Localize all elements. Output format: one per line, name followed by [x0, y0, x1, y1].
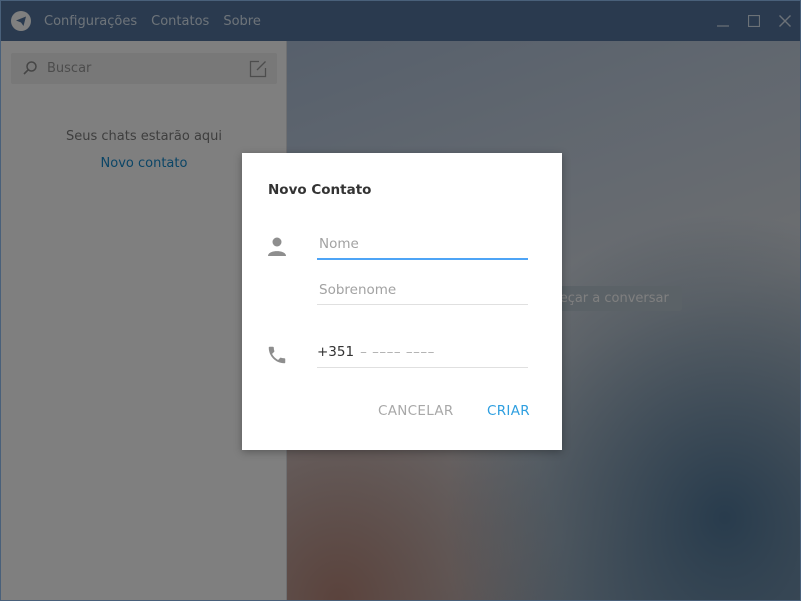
- create-button[interactable]: CRIAR: [487, 403, 530, 419]
- person-icon: [268, 237, 286, 256]
- dialog-title: Novo Contato: [268, 182, 372, 198]
- phone-icon: [268, 346, 286, 364]
- app-window: Configurações Contatos Sobre: [0, 0, 801, 601]
- phone-number-input[interactable]: [360, 336, 511, 367]
- new-contact-dialog: Novo Contato +351 CANCELAR CRIAR: [242, 153, 562, 450]
- first-name-field[interactable]: [317, 230, 528, 260]
- phone-country-code: +351: [317, 343, 355, 360]
- cancel-button[interactable]: CANCELAR: [378, 403, 454, 419]
- phone-field[interactable]: +351: [317, 336, 528, 368]
- last-name-field[interactable]: [317, 275, 528, 305]
